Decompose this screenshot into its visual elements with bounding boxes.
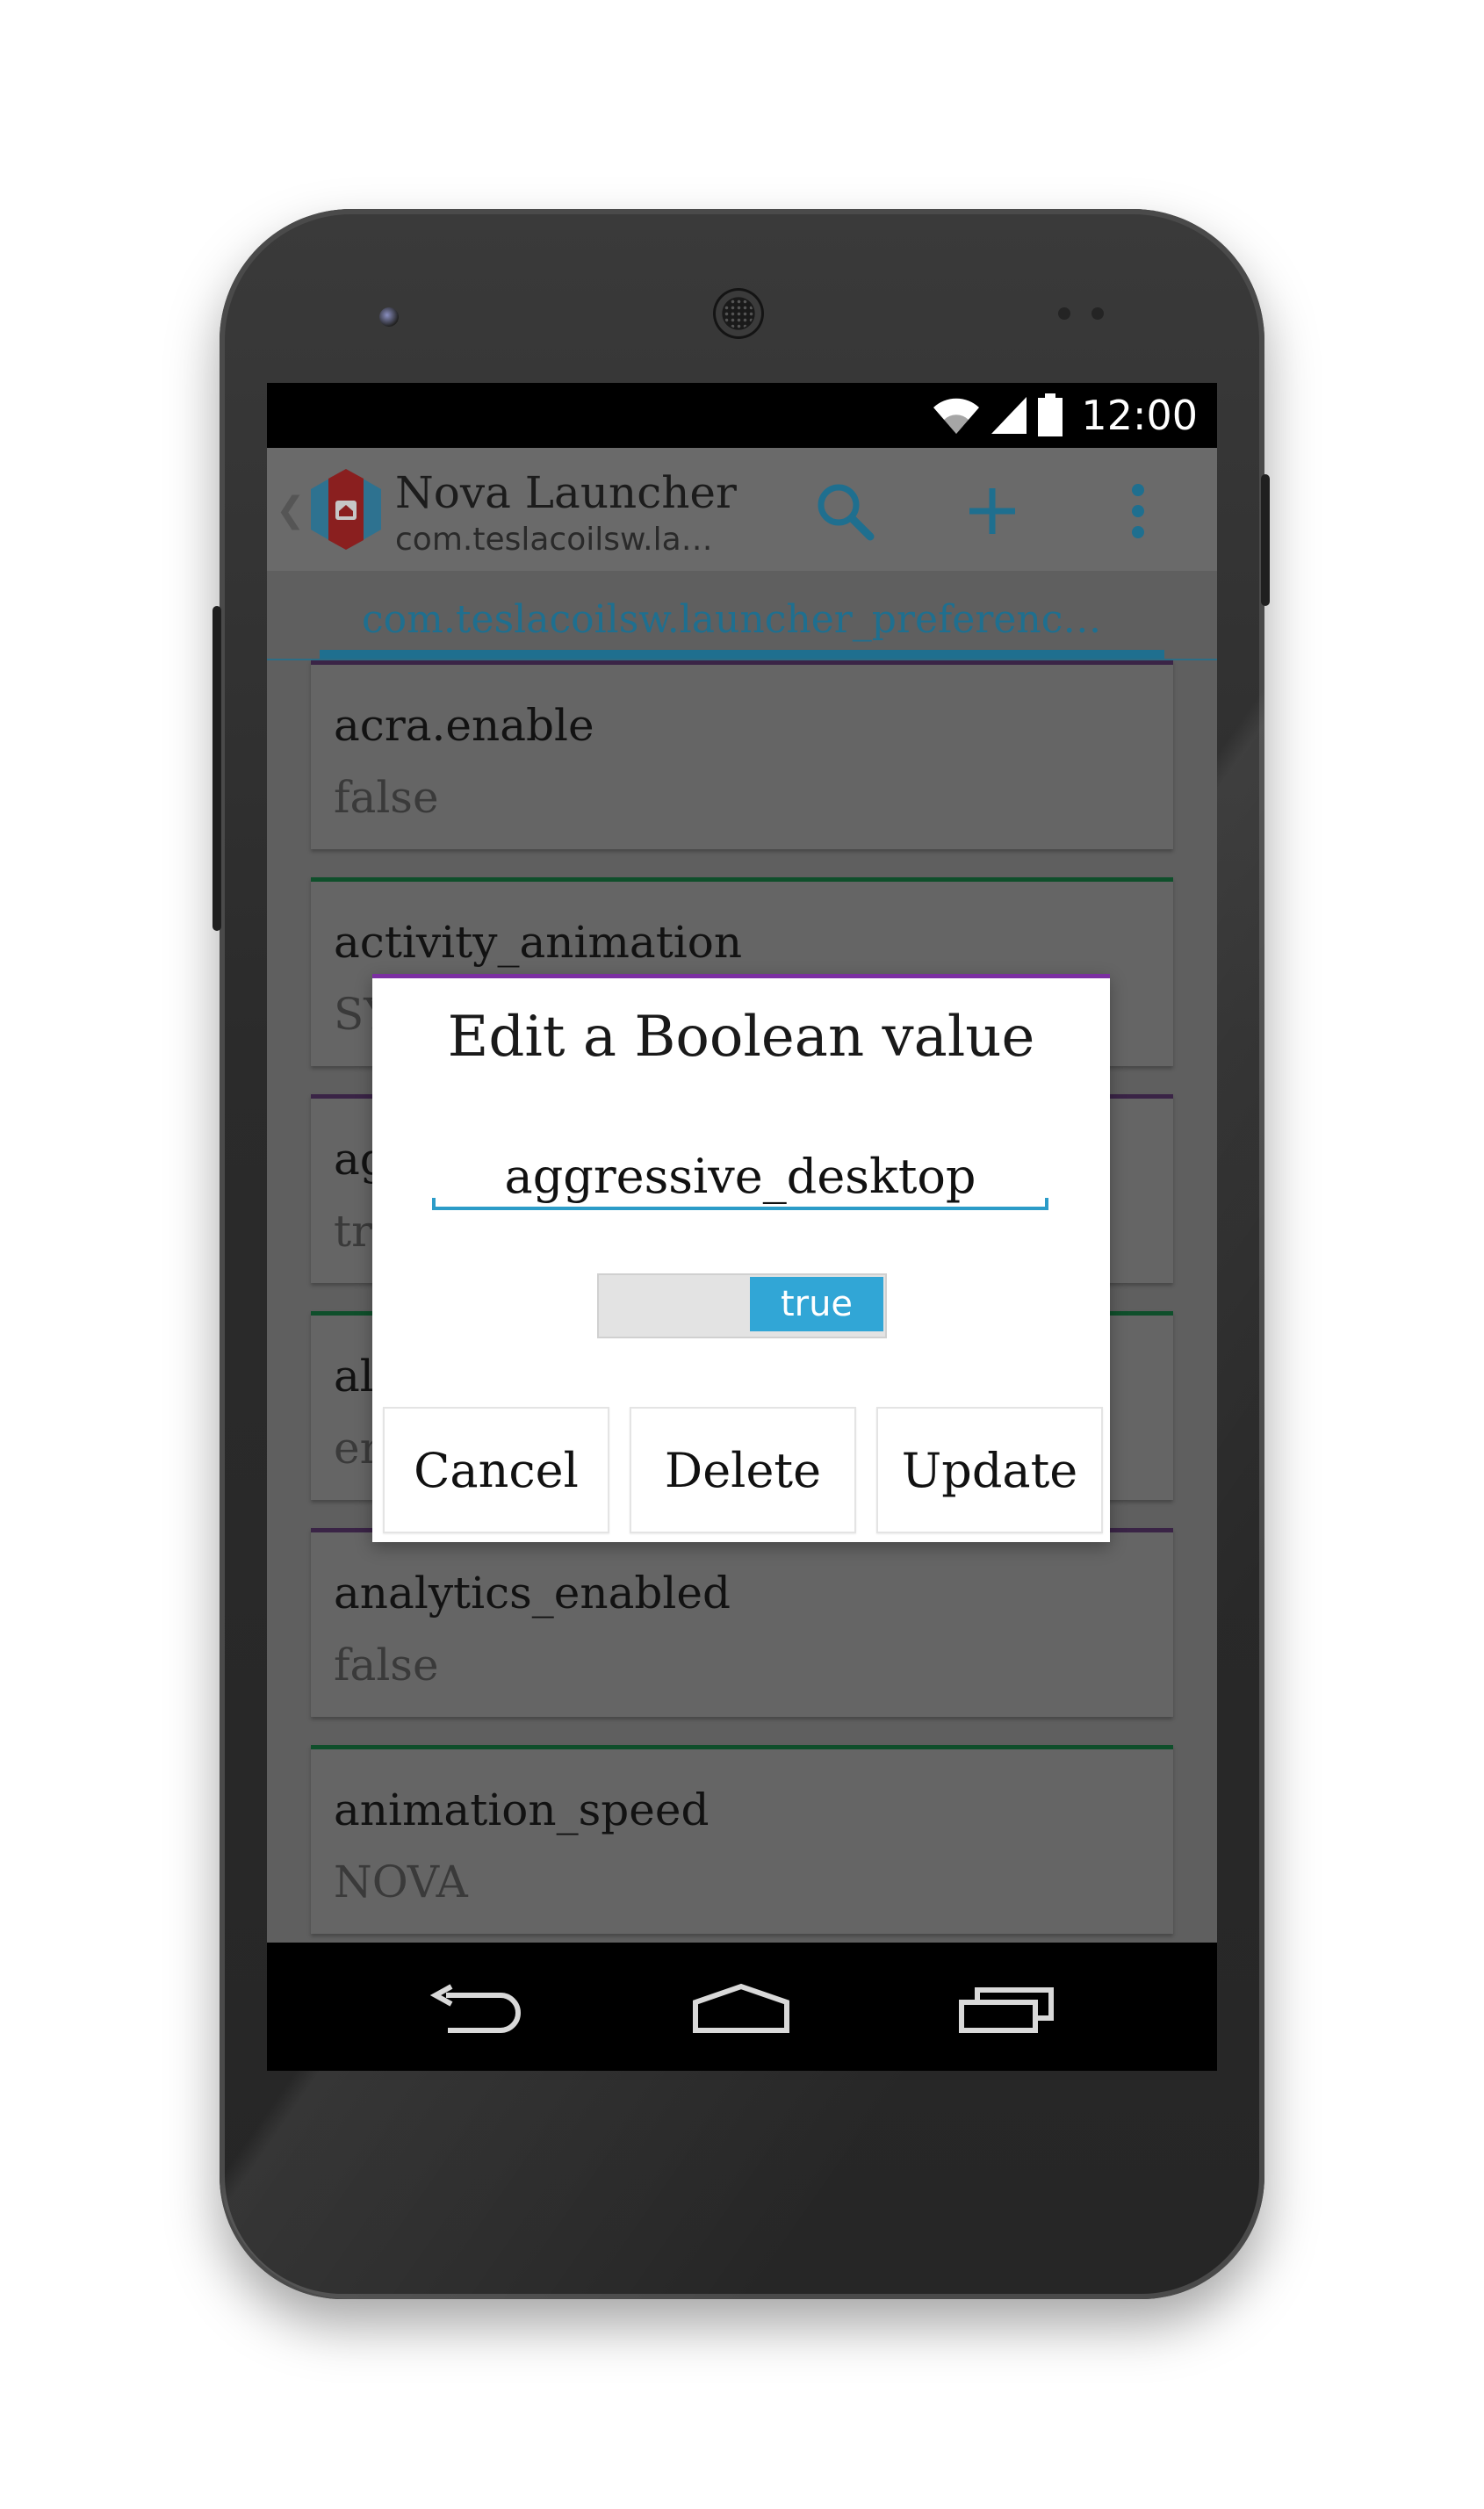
nova-launcher-app-icon[interactable] <box>302 465 390 553</box>
home-icon <box>693 1983 789 2033</box>
back-icon <box>430 1984 521 2033</box>
toggle-true-label: true <box>750 1277 883 1331</box>
app-title: Nova Launcher <box>395 467 737 518</box>
overflow-menu-button[interactable] <box>1103 476 1173 546</box>
battery-icon <box>1038 393 1063 436</box>
edit-boolean-dialog: Edit a Boolean value true Cancel Delete … <box>372 974 1110 1542</box>
cancel-button[interactable]: Cancel <box>383 1407 609 1533</box>
back-chevron-icon[interactable]: ❮ <box>276 490 306 530</box>
list-item[interactable]: animation_speed NOVA <box>311 1745 1173 1934</box>
nav-recent-apps-button[interactable] <box>945 1974 1068 2044</box>
wifi-icon <box>933 398 980 434</box>
tab-bar: com.teslacoilsw.launcher_preferenc… <box>267 571 1217 660</box>
action-bar: ❮ Nova Launcher com.teslacoilsw.la… <box>267 448 1217 571</box>
preference-key: animation_speed <box>334 1784 710 1835</box>
tab-preferences-file[interactable]: com.teslacoilsw.launcher_preferenc… <box>362 597 1101 642</box>
preference-value: false <box>334 1640 439 1691</box>
preference-value: tr <box>334 1206 372 1257</box>
key-name-field[interactable] <box>432 1145 1048 1210</box>
nav-home-button[interactable] <box>680 1974 803 2044</box>
boolean-toggle[interactable]: true <box>597 1273 887 1338</box>
front-camera <box>379 307 399 327</box>
nav-back-button[interactable] <box>414 1974 537 2044</box>
status-time: 12:00 <box>1081 392 1198 439</box>
dialog-title: Edit a Boolean value <box>447 1005 1035 1070</box>
recent-apps-icon <box>959 1987 1054 2033</box>
tab-indicator <box>320 650 1164 659</box>
search-button[interactable] <box>810 476 880 546</box>
preference-key: activity_animation <box>334 917 743 968</box>
list-item[interactable]: acra.enable false <box>311 660 1173 849</box>
overflow-menu-icon <box>1132 484 1144 538</box>
volume-button <box>213 606 221 931</box>
delete-button[interactable]: Delete <box>630 1407 856 1533</box>
input-underline-tick <box>432 1198 436 1210</box>
preference-key: acra.enable <box>334 700 594 751</box>
input-underline-tick <box>1045 1198 1048 1210</box>
preference-value: false <box>334 772 439 823</box>
navigation-bar <box>267 1943 1217 2071</box>
update-button[interactable]: Update <box>876 1407 1103 1533</box>
app-package: com.teslacoilsw.la… <box>395 522 713 558</box>
status-icons: 12:00 <box>932 392 1198 439</box>
add-icon <box>969 488 1015 534</box>
signal-icon <box>991 397 1027 434</box>
preference-key: al <box>334 1351 374 1402</box>
preference-key: analytics_enabled <box>334 1568 731 1619</box>
search-icon <box>818 484 875 541</box>
add-button[interactable] <box>957 476 1027 546</box>
sensor-right <box>1091 307 1104 320</box>
list-item[interactable]: analytics_enabled false <box>311 1528 1173 1717</box>
screen: 12:00 ❮ Nova Launcher com.teslacoilsw.la… <box>267 383 1217 2071</box>
earpiece-speaker <box>713 288 764 339</box>
status-bar: 12:00 <box>267 383 1217 448</box>
preference-value: NOVA <box>334 1857 468 1907</box>
sensor-left <box>1058 307 1070 320</box>
power-button <box>1261 474 1270 606</box>
